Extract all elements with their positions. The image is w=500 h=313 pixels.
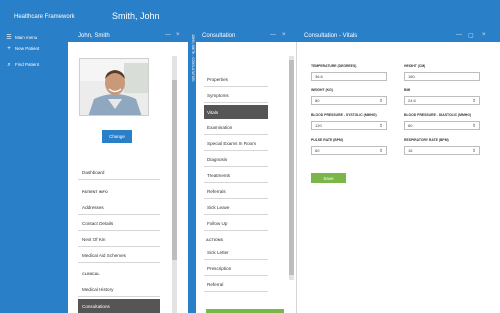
spinner-icon[interactable]: ⇕ bbox=[379, 123, 383, 129]
consult-item-vitals[interactable]: Vitals bbox=[204, 105, 268, 119]
consultation-panel-header: Consultation — × bbox=[196, 30, 296, 42]
consult-item-treatments[interactable]: Treatments bbox=[204, 169, 268, 183]
menu-item-addresses[interactable]: Addresses bbox=[78, 201, 160, 215]
app-title: Healthcare Framework bbox=[14, 14, 75, 20]
close-icon[interactable]: × bbox=[282, 32, 286, 38]
height-label: HEIGHT (CM) bbox=[404, 64, 426, 68]
temperature-value: 36.6 bbox=[315, 74, 323, 79]
patient-panel-header: John, Smith — × bbox=[68, 30, 188, 42]
pulse-label: PULSE RATE (BPM) bbox=[311, 138, 343, 142]
bmi-value: 24.6 bbox=[408, 98, 416, 103]
consult-item-examination[interactable]: Examination bbox=[204, 121, 268, 135]
top-bar: Healthcare Framework Smith, John bbox=[0, 0, 500, 30]
temperature-label: TEMPERATURE (DEGREES) bbox=[311, 64, 357, 68]
spinner-icon[interactable]: ⇕ bbox=[379, 148, 383, 154]
consultation-panel-title: Consultation bbox=[202, 33, 236, 39]
minimize-icon[interactable]: — bbox=[165, 32, 171, 38]
respiratory-label: RESPIRATORY RATE (BPM) bbox=[404, 138, 449, 142]
vitals-panel-header: Consultation - Vitals — ▢ × bbox=[296, 30, 500, 42]
menu-item-medical-aid-schemes[interactable]: Medical Aid Schemes bbox=[78, 249, 160, 263]
collapsed-tab[interactable]: JOHN, SMITH - CONSULTATION bbox=[188, 30, 196, 313]
menu-item-medical-history[interactable]: Medical History bbox=[78, 283, 160, 297]
nav-item-label: Find Patient bbox=[15, 62, 40, 67]
nav-item-main-menu[interactable]: ☰ Main menu bbox=[6, 33, 37, 42]
menu-icon: ☰ bbox=[6, 34, 12, 41]
diastolic-label: BLOOD PRESSURE - DIASTOLIC (MMHG) bbox=[404, 113, 471, 117]
plus-icon: + bbox=[7, 45, 11, 52]
consultation-scrollbar-thumb[interactable] bbox=[289, 60, 294, 275]
patient-name-header: Smith, John bbox=[112, 11, 160, 21]
patient-photo-image bbox=[80, 59, 148, 115]
section-label-actions: ACTIONS bbox=[206, 238, 224, 242]
nav-item-new-patient[interactable]: + New Patient bbox=[6, 44, 39, 53]
bmi-field[interactable]: 24.6 ⇕ bbox=[404, 96, 480, 105]
systolic-label: BLOOD PRESSURE - SYSTOLIC (MMHG) bbox=[311, 113, 377, 117]
weight-label: WEIGHT (KG) bbox=[311, 88, 333, 92]
nav-item-label: Main menu bbox=[15, 35, 38, 40]
pulse-field[interactable]: 60 ⇕ bbox=[311, 146, 387, 155]
menu-item-dashboard[interactable]: Dashboard bbox=[78, 166, 160, 180]
consult-item-follow-up[interactable]: Follow Up bbox=[204, 217, 268, 231]
action-sick-letter[interactable]: Sick Letter bbox=[204, 246, 268, 260]
patient-panel-title: John, Smith bbox=[78, 33, 110, 39]
height-field[interactable]: 180 bbox=[404, 72, 480, 81]
patient-scrollbar-thumb[interactable] bbox=[172, 80, 177, 260]
systolic-value: 120 bbox=[315, 123, 322, 128]
close-icon[interactable]: × bbox=[482, 32, 486, 38]
action-prescription[interactable]: Prescription bbox=[204, 262, 268, 276]
spinner-icon[interactable]: ⇕ bbox=[472, 98, 476, 104]
section-label-patient-info: PATIENT INFO bbox=[82, 190, 108, 194]
diastolic-field[interactable]: 80 ⇕ bbox=[404, 121, 480, 130]
respiratory-value: 16 bbox=[408, 148, 413, 153]
patient-photo bbox=[79, 58, 149, 116]
nav-item-find-patient[interactable]: ⌕ Find Patient bbox=[6, 60, 39, 69]
vitals-panel-title: Consultation - Vitals bbox=[304, 33, 358, 39]
temperature-field[interactable]: 36.6 bbox=[311, 72, 387, 81]
spinner-icon[interactable]: ⇕ bbox=[472, 123, 476, 129]
menu-item-contact-details[interactable]: Contact Details bbox=[78, 217, 160, 231]
menu-item-consultations[interactable]: Consultations bbox=[78, 299, 160, 313]
consult-item-special-exams[interactable]: Special Exams In Room bbox=[204, 137, 268, 151]
weight-value: 80 bbox=[315, 98, 320, 103]
spinner-icon[interactable]: ⇕ bbox=[379, 98, 383, 104]
consult-item-properties[interactable]: Properties bbox=[204, 73, 268, 87]
search-icon: ⌕ bbox=[7, 61, 11, 68]
menu-item-next-of-kin[interactable]: Next Of Kin bbox=[78, 233, 160, 247]
close-icon[interactable]: × bbox=[176, 32, 180, 38]
consult-item-symptoms[interactable]: Symptoms bbox=[204, 89, 268, 103]
collapsed-tab-label: JOHN, SMITH - CONSULTATION bbox=[191, 34, 195, 82]
restore-icon[interactable]: ▢ bbox=[468, 32, 474, 39]
consult-item-referrals[interactable]: Referrals bbox=[204, 185, 268, 199]
systolic-field[interactable]: 120 ⇕ bbox=[311, 121, 387, 130]
consultation-footer-bar bbox=[206, 309, 284, 313]
consult-item-sick-leave[interactable]: Sick Leave bbox=[204, 201, 268, 215]
respiratory-field[interactable]: 16 ⇕ bbox=[404, 146, 480, 155]
bmi-label: BMI bbox=[404, 88, 411, 92]
pulse-value: 60 bbox=[315, 148, 320, 153]
left-nav: ☰ Main menu + New Patient ⌕ Find Patient bbox=[0, 30, 68, 313]
save-button[interactable]: Save bbox=[311, 173, 346, 183]
weight-field[interactable]: 80 ⇕ bbox=[311, 96, 387, 105]
consult-item-diagnosis[interactable]: Diagnosis bbox=[204, 153, 268, 167]
nav-item-label: New Patient bbox=[15, 46, 40, 51]
minimize-icon[interactable]: — bbox=[270, 32, 276, 38]
diastolic-value: 80 bbox=[408, 123, 413, 128]
height-value: 180 bbox=[408, 74, 415, 79]
spinner-icon[interactable]: ⇕ bbox=[472, 148, 476, 154]
minimize-icon[interactable]: — bbox=[456, 32, 462, 38]
change-photo-button[interactable]: Change bbox=[102, 130, 132, 143]
action-referral[interactable]: Referral bbox=[204, 278, 268, 292]
section-label-clinical: CLINICAL bbox=[82, 272, 100, 276]
